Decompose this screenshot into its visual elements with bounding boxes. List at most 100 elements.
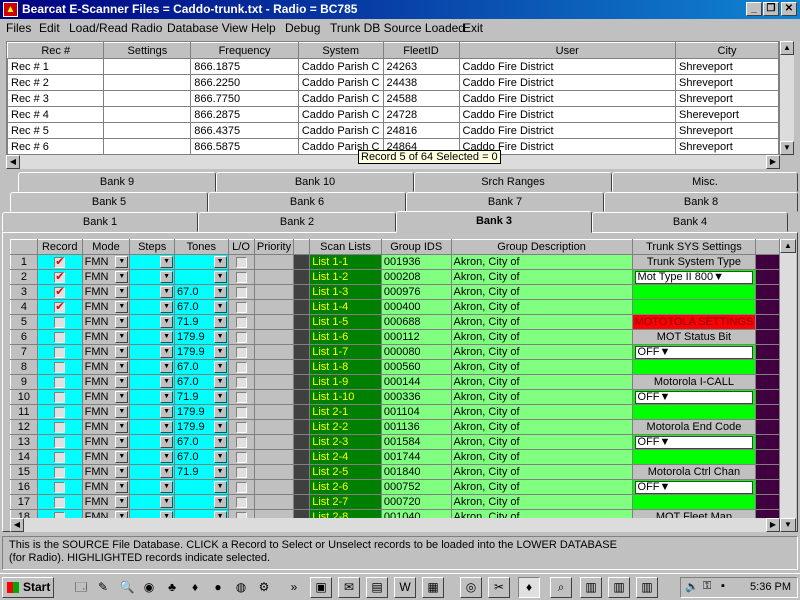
bank-row[interactable]: 10 FMN ▼ ▼ 71.9 ▼ List 1-10 000336 Akron, City o… xyxy=(10,389,780,405)
dropdown-arrow-icon[interactable]: ▼ xyxy=(160,406,174,418)
task-app-12-icon[interactable]: ▥ xyxy=(636,577,658,598)
scan-list-cell[interactable]: List 1-6 xyxy=(309,329,382,345)
trunk-setting-blank[interactable] xyxy=(631,404,757,420)
record-checkbox[interactable] xyxy=(54,376,66,388)
tab-bank-2[interactable]: Bank 2 xyxy=(198,212,396,232)
dropdown-arrow-icon[interactable]: ▼ xyxy=(213,301,227,313)
group-id-cell[interactable]: 000560 xyxy=(380,359,452,375)
group-id-cell[interactable]: 000080 xyxy=(380,344,452,360)
lockout-cell[interactable] xyxy=(227,284,255,300)
group-id-cell[interactable]: 001136 xyxy=(380,419,452,435)
source-col-header[interactable]: City xyxy=(675,42,779,59)
dropdown-arrow-icon[interactable]: ▼ xyxy=(160,331,174,343)
record-checkbox[interactable] xyxy=(54,451,66,463)
quicklaunch-radio-icon[interactable]: ♦ xyxy=(186,578,204,596)
priority-cell[interactable] xyxy=(253,494,295,510)
source-cell[interactable]: Caddo Parish C xyxy=(297,74,384,91)
lockout-cell[interactable] xyxy=(227,404,255,420)
record-cell[interactable] xyxy=(36,494,83,510)
mode-dropdown[interactable]: FMN ▼ xyxy=(81,389,131,405)
trunk-setting-blank[interactable] xyxy=(631,449,757,465)
source-cell[interactable]: Shreveport xyxy=(675,74,779,91)
bank-col-header[interactable]: Group Description xyxy=(450,239,633,255)
source-cell[interactable]: 866.2875 xyxy=(190,106,299,123)
quicklaunch-app-icon[interactable]: ♣ xyxy=(163,578,181,596)
task-escanner-icon[interactable]: ♦ xyxy=(518,577,540,598)
bank-col-header[interactable]: Priority xyxy=(253,239,295,255)
bank-row[interactable]: 3FMN▼▼67.0▼List 1-3000976Akron, City of xyxy=(10,284,780,300)
tab-bank-6[interactable]: Bank 6 xyxy=(208,192,406,212)
lockout-checkbox[interactable] xyxy=(235,466,247,478)
priority-cell[interactable] xyxy=(253,464,295,480)
source-col-header[interactable]: Rec # xyxy=(7,42,105,59)
source-cell[interactable]: 24588 xyxy=(382,90,460,107)
record-checkbox[interactable] xyxy=(54,436,66,448)
dropdown-arrow-icon[interactable]: ▼ xyxy=(160,346,174,358)
mode-dropdown[interactable]: FMN ▼ xyxy=(81,494,131,510)
source-cell[interactable] xyxy=(103,122,192,139)
source-row[interactable]: Rec # 3 866.7750 Caddo Parish C 24588 Caddo … xyxy=(7,90,779,107)
dropdown-arrow-icon[interactable]: ▼ xyxy=(160,496,174,508)
minimize-button[interactable]: _ xyxy=(746,2,762,16)
menu-debug[interactable]: Debug xyxy=(285,21,320,35)
record-cell[interactable] xyxy=(36,314,83,330)
source-col-header[interactable]: User xyxy=(458,42,676,59)
lockout-checkbox[interactable] xyxy=(235,346,247,358)
menu-database-view[interactable]: Database View xyxy=(167,21,248,35)
priority-cell[interactable] xyxy=(253,389,295,405)
source-database-grid[interactable]: Rec # Settings Frequency System FleetID User C… xyxy=(6,41,780,155)
dropdown-arrow-icon[interactable]: ▼ xyxy=(213,406,227,418)
priority-cell[interactable] xyxy=(253,449,295,465)
group-id-cell[interactable]: 000688 xyxy=(380,314,452,330)
dropdown-arrow-icon[interactable]: ▼ xyxy=(213,376,227,388)
source-cell[interactable]: Shreveport xyxy=(675,122,779,139)
dropdown-arrow-icon[interactable]: ▼ xyxy=(115,301,129,313)
bank-row[interactable]: 5 FMN ▼ ▼ 71.9 ▼ List 1-5 000688 Akron, City of M… xyxy=(10,314,780,330)
tones-dropdown[interactable]: 71.9 ▼ xyxy=(174,464,229,480)
tones-dropdown[interactable]: 71.9 ▼ xyxy=(174,314,229,330)
task-app-11-icon[interactable]: ▥ xyxy=(608,577,630,598)
source-vertical-scrollbar[interactable]: ▲ ▼ xyxy=(780,41,794,155)
bank-row[interactable]: 15 FMN ▼ ▼ 71.9 ▼ List 2-5 001840 Akron, City of… xyxy=(10,464,780,480)
dropdown-arrow-icon[interactable]: ▼ xyxy=(115,481,129,493)
group-id-cell[interactable]: 001936 xyxy=(380,254,452,270)
tones-dropdown[interactable]: 67.0 ▼ xyxy=(174,374,229,390)
record-checkbox[interactable] xyxy=(54,406,66,418)
mode-dropdown[interactable]: FMN ▼ xyxy=(81,404,131,420)
steps-dropdown[interactable]: ▼ xyxy=(129,419,176,435)
record-checkbox[interactable] xyxy=(54,271,66,283)
priority-cell[interactable] xyxy=(253,299,295,315)
bank-row[interactable]: 11 FMN ▼ ▼ 179.9 ▼ List 2-1 001104 Akron, City o… xyxy=(10,404,780,420)
record-cell[interactable] xyxy=(36,434,83,450)
dropdown-arrow-icon[interactable]: ▼ xyxy=(115,271,129,283)
group-description-cell[interactable]: Akron, City of xyxy=(450,434,633,450)
lockout-cell[interactable] xyxy=(227,464,255,480)
lockout-checkbox[interactable] xyxy=(235,496,247,508)
menu-exit[interactable]: Exit xyxy=(463,21,483,35)
quicklaunch-search-icon[interactable]: 🔍 xyxy=(118,578,136,596)
quicklaunch-more-icon[interactable]: » xyxy=(285,578,303,596)
dropdown-arrow-icon[interactable]: ▼ xyxy=(115,346,129,358)
lockout-cell[interactable] xyxy=(227,374,255,390)
lockout-cell[interactable] xyxy=(227,329,255,345)
dropdown-arrow-icon[interactable]: ▼ xyxy=(160,451,174,463)
dropdown-arrow-icon[interactable]: ▼ xyxy=(660,481,671,493)
bank-col-header[interactable]: Trunk SYS Settings xyxy=(631,239,757,255)
dropdown-arrow-icon[interactable]: ▼ xyxy=(213,316,227,328)
steps-dropdown[interactable]: ▼ xyxy=(129,389,176,405)
dropdown-arrow-icon[interactable]: ▼ xyxy=(160,256,174,268)
lockout-cell[interactable] xyxy=(227,314,255,330)
scan-list-cell[interactable]: List 2-1 xyxy=(309,404,382,420)
menu-trunk-db-source[interactable]: Trunk DB Source Loaded xyxy=(330,21,465,35)
lockout-cell[interactable] xyxy=(227,359,255,375)
mode-dropdown[interactable]: FMN ▼ xyxy=(81,284,131,300)
group-description-cell[interactable]: Akron, City of xyxy=(450,449,633,465)
bank-col-header[interactable]: Scan Lists xyxy=(309,239,382,255)
tones-dropdown[interactable]: 67.0 ▼ xyxy=(174,359,229,375)
source-cell[interactable]: 866.4375 xyxy=(190,122,299,139)
group-id-cell[interactable]: 001584 xyxy=(380,434,452,450)
record-cell[interactable] xyxy=(36,449,83,465)
bank-col-header[interactable]: Group IDS xyxy=(380,239,452,255)
tab-misc[interactable]: Misc. xyxy=(612,172,798,192)
steps-dropdown[interactable]: ▼ xyxy=(129,329,176,345)
